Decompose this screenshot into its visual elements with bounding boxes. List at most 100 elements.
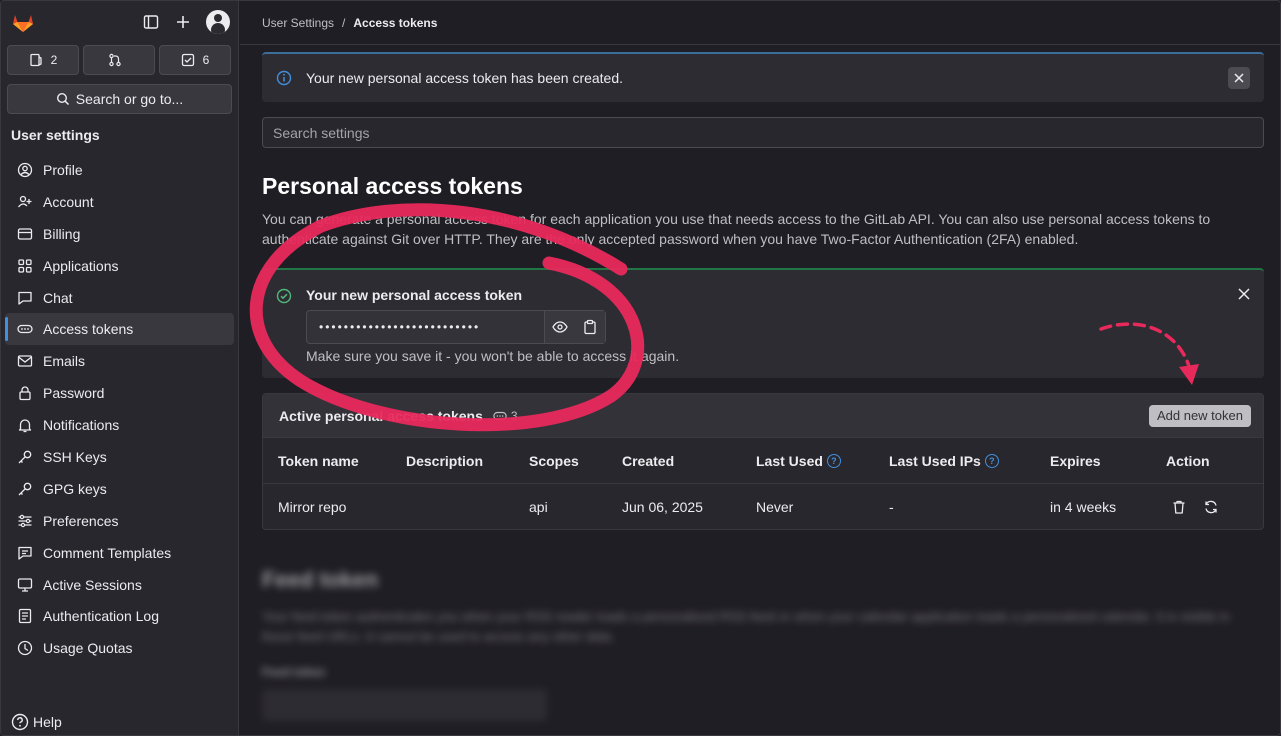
merge-request-icon (109, 53, 121, 67)
rotate-icon[interactable] (1203, 499, 1219, 515)
trash-icon[interactable] (1171, 499, 1187, 515)
todos-count: 6 (202, 53, 210, 67)
sidebar-item-notifications[interactable]: Notifications (5, 409, 234, 441)
log-icon (18, 609, 32, 624)
sidebar-item-gpg-keys[interactable]: GPG keys (5, 473, 234, 505)
add-new-token-button[interactable]: Add new token (1148, 404, 1251, 427)
app-window: 2 6 Search or go to... User settings Pro… (0, 0, 1281, 736)
reveal-token-button[interactable] (545, 311, 575, 343)
page-description: You can generate a personal access token… (262, 211, 1211, 247)
breadcrumb-current[interactable]: Access tokens (353, 16, 437, 30)
breadcrumb-parent[interactable]: User Settings (262, 16, 334, 30)
search-or-go-button[interactable]: Search or go to... (7, 84, 232, 114)
sidebar-item-applications[interactable]: Applications (5, 250, 234, 282)
sidebar-item-access-tokens[interactable]: Access tokens (5, 313, 234, 346)
sidebar-item-label: Account (43, 193, 94, 210)
column-header: Scopes (529, 438, 579, 483)
sidebar-item-emails[interactable]: Emails (5, 345, 234, 377)
active-tokens-card: Active personal access tokens 3 Add new … (262, 393, 1264, 530)
column-header: Description (406, 438, 483, 483)
mail-icon (17, 355, 33, 367)
key-icon (18, 482, 32, 496)
info-icon (276, 70, 292, 86)
column-header-label: Expires (1050, 452, 1101, 469)
search-icon (56, 92, 69, 106)
cell-actions (1171, 484, 1219, 529)
todos-counter-button[interactable]: 6 (159, 45, 231, 75)
sidebar-item-password[interactable]: Password (5, 377, 234, 409)
alert-message: Your new personal access token has been … (306, 70, 624, 86)
new-token-field[interactable]: •••••••••••••••••••••••••• (306, 310, 606, 344)
column-header: Created (622, 438, 674, 483)
token-count: 3 (510, 408, 518, 423)
issues-icon (30, 53, 42, 67)
account-icon (17, 195, 32, 208)
search-or-go-label: Search or go to... (75, 91, 184, 107)
column-header: Token name (278, 438, 359, 483)
column-header-label: Token name (278, 452, 359, 469)
help-icon[interactable]: ? (984, 453, 999, 468)
sidebar-item-chat[interactable]: Chat (5, 282, 234, 314)
feed-token-field[interactable] (262, 689, 547, 721)
sidebar-item-active-sessions[interactable]: Active Sessions (5, 569, 234, 601)
plus-icon[interactable] (174, 13, 192, 31)
sidebar-item-label: GPG keys (43, 480, 107, 497)
cell-token-name: Mirror repo (278, 499, 347, 515)
toggle-sidebar-icon[interactable] (142, 13, 160, 31)
sidebar-heading: User settings (11, 127, 100, 143)
sidebar-item-label: Usage Quotas (43, 640, 133, 657)
sidebar-item-profile[interactable]: Profile (5, 154, 234, 186)
todo-icon (181, 53, 194, 67)
quota-icon (17, 641, 33, 656)
close-icon (1234, 73, 1244, 83)
help-label: Help (33, 714, 62, 730)
table-header-row: Token name Description Scopes Created La… (263, 438, 1263, 484)
sidebar-item-account[interactable]: Account (5, 186, 234, 218)
billing-icon (17, 228, 33, 240)
dismiss-alert-button[interactable] (1228, 67, 1250, 89)
active-tokens-title: Active personal access tokens (279, 407, 483, 424)
sidebar-item-label: SSH Keys (43, 448, 107, 465)
cell-last-used-ips: - (889, 499, 894, 515)
column-header-label: Last Used IPs (889, 452, 981, 469)
new-token-title: Your new personal access token (306, 287, 523, 303)
active-tokens-header: Active personal access tokens 3 Add new … (263, 394, 1263, 438)
sidebar-item-ssh-keys[interactable]: SSH Keys (5, 441, 234, 473)
cell-last-used: Never (756, 499, 794, 515)
column-header-label: Last Used (756, 452, 823, 469)
token-icon (17, 325, 33, 334)
close-icon[interactable] (1238, 288, 1250, 300)
column-header: Expires (1050, 438, 1101, 483)
applications-icon (18, 258, 32, 273)
sidebar-item-authentication-log[interactable]: Authentication Log (5, 600, 234, 632)
new-token-panel: Your new personal access token •••••••••… (262, 268, 1264, 378)
sidebar-item-comment-templates[interactable]: Comment Templates (5, 537, 234, 569)
preferences-icon (18, 514, 32, 527)
column-header-label: Scopes (529, 452, 579, 469)
gitlab-logo-icon[interactable] (9, 8, 37, 36)
help-icon[interactable]: ? (826, 453, 841, 468)
monitor-icon (17, 577, 33, 592)
sidebar-item-label: Emails (43, 353, 86, 370)
sidebar-item-billing[interactable]: Billing (5, 218, 234, 250)
breadcrumb: User Settings / Access tokens (240, 1, 1280, 45)
new-token-note: Make sure you save it - you won't be abl… (306, 348, 680, 364)
sidebar-item-preferences[interactable]: Preferences (5, 505, 234, 537)
help-button[interactable]: Help (11, 713, 62, 731)
new-token-value[interactable]: •••••••••••••••••••••••••• (307, 311, 544, 343)
sidebar-item-label: Chat (43, 289, 73, 306)
avatar[interactable] (206, 10, 230, 34)
token-icon (493, 411, 507, 420)
sidebar-item-label: Access tokens (43, 321, 134, 338)
issues-counter-button[interactable]: 2 (7, 45, 79, 75)
search-settings-input[interactable]: Search settings (262, 117, 1264, 148)
copy-token-button[interactable] (575, 311, 605, 343)
table-row: Mirror repo api Jun 06, 2025 Never - in … (263, 484, 1263, 529)
merge-requests-counter-button[interactable] (83, 45, 155, 75)
feed-token-label: Feed token (262, 665, 326, 679)
sidebar-item-usage-quotas[interactable]: Usage Quotas (5, 632, 234, 664)
comment-icon (18, 546, 32, 560)
clipboard-icon (584, 319, 596, 335)
chat-icon (18, 291, 32, 305)
main-content: User Settings / Access tokens Your new p… (240, 1, 1280, 735)
